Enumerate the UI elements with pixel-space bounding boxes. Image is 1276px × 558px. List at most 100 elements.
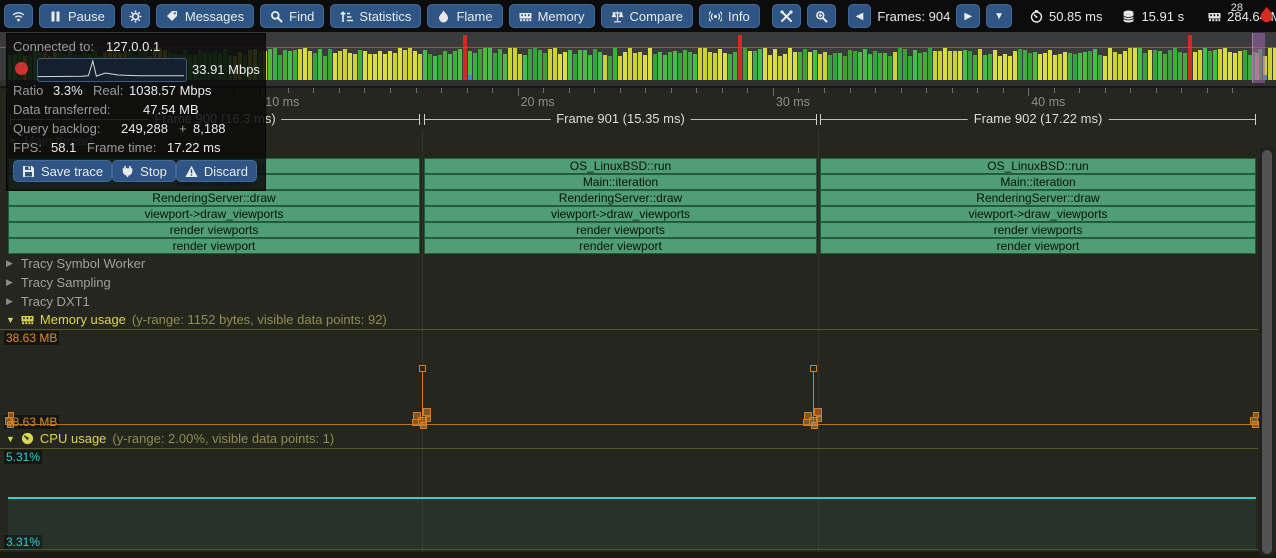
- frame-bar[interactable]: [1153, 50, 1157, 80]
- frame-bar[interactable]: [978, 49, 982, 80]
- frame-bar[interactable]: [488, 48, 492, 80]
- prev-frame-button[interactable]: ◀: [848, 4, 872, 28]
- frame-bar[interactable]: [1023, 50, 1027, 80]
- frame-bar[interactable]: [1198, 50, 1202, 80]
- frame-bar[interactable]: [653, 54, 657, 80]
- zone-span[interactable]: render viewports: [424, 222, 817, 238]
- frame-bar[interactable]: [618, 56, 622, 80]
- frame-bar[interactable]: [893, 52, 897, 80]
- frame-bar[interactable]: [683, 50, 687, 80]
- frame-bar[interactable]: [753, 51, 757, 80]
- frame-bar[interactable]: [348, 53, 352, 80]
- frame-bar[interactable]: [378, 51, 382, 80]
- frame-bar[interactable]: [283, 50, 287, 80]
- frame-bar[interactable]: [523, 55, 527, 80]
- frame-bar[interactable]: [973, 55, 977, 80]
- frame-bar[interactable]: [878, 53, 882, 80]
- save-trace-button[interactable]: Save trace: [13, 160, 112, 182]
- frame-bar[interactable]: [1203, 48, 1207, 80]
- zone-span[interactable]: OS_LinuxBSD::run: [424, 158, 817, 174]
- frame-bar[interactable]: [598, 52, 602, 80]
- zone-span[interactable]: viewport->draw_viewports: [424, 206, 817, 222]
- memory-plot-header[interactable]: ▼ Memory usage (y-range: 1152 bytes, vis…: [6, 312, 387, 327]
- frame-bar[interactable]: [983, 55, 987, 80]
- frame-bar[interactable]: [568, 50, 572, 80]
- frame-bar[interactable]: [793, 52, 797, 80]
- frame-bar[interactable]: [673, 51, 677, 80]
- frame-bar[interactable]: [578, 50, 582, 80]
- frame-bar[interactable]: [593, 49, 597, 80]
- frame-bar[interactable]: [783, 54, 787, 80]
- frame-bar[interactable]: [853, 51, 857, 80]
- frame-bar[interactable]: [443, 51, 447, 80]
- frame-bar[interactable]: [758, 49, 762, 80]
- thread-row-collapsed[interactable]: ▶Tracy Symbol Worker: [6, 256, 145, 271]
- frame-bar[interactable]: [1068, 53, 1072, 80]
- frame-bar[interactable]: [1173, 48, 1177, 80]
- frame-bar[interactable]: [938, 51, 942, 80]
- frame-bar[interactable]: [613, 48, 617, 80]
- frame-bar[interactable]: [353, 54, 357, 80]
- frame-bar[interactable]: [838, 53, 842, 80]
- frame-bar[interactable]: [603, 55, 607, 80]
- frame-bar[interactable]: [1243, 50, 1247, 80]
- frame-bar-short[interactable]: [468, 75, 472, 80]
- frame-bar[interactable]: [988, 54, 992, 80]
- thread-row-collapsed[interactable]: ▶Tracy Sampling: [6, 275, 111, 290]
- tools-button[interactable]: [772, 4, 801, 28]
- alert-icon[interactable]: [1259, 6, 1274, 26]
- zone-span[interactable]: OS_LinuxBSD::run: [820, 158, 1256, 174]
- frame-bar[interactable]: [508, 48, 512, 80]
- zone-span[interactable]: viewport->draw_viewports: [8, 206, 420, 222]
- frame-bar[interactable]: [328, 49, 332, 80]
- frame-bar[interactable]: [288, 51, 292, 80]
- connection-button[interactable]: [4, 4, 33, 28]
- frame-bar-slow[interactable]: [463, 35, 467, 80]
- zone-span[interactable]: render viewport: [424, 238, 817, 254]
- frame-bar[interactable]: [803, 49, 807, 80]
- frame-bar[interactable]: [498, 49, 502, 80]
- frame-bar[interactable]: [718, 49, 722, 80]
- frame-bar[interactable]: [563, 52, 567, 80]
- frame-bar[interactable]: [768, 55, 772, 80]
- frame-bar[interactable]: [658, 52, 662, 80]
- frame-bar[interactable]: [1213, 50, 1217, 80]
- frame-bar[interactable]: [968, 51, 972, 80]
- frame-bar[interactable]: [843, 56, 847, 80]
- frame-bar[interactable]: [388, 51, 392, 80]
- zone-span[interactable]: RenderingServer::draw: [8, 190, 420, 206]
- zone-span[interactable]: Main::iteration: [424, 174, 817, 190]
- frame-bar[interactable]: [998, 56, 1002, 80]
- frame-bar[interactable]: [913, 50, 917, 80]
- scrollbar-thumb[interactable]: [1262, 150, 1272, 554]
- frame-bar[interactable]: [433, 56, 437, 80]
- frame-bar[interactable]: [1143, 53, 1147, 80]
- frame-bar[interactable]: [1108, 48, 1112, 80]
- frame-bar[interactable]: [708, 52, 712, 80]
- frame-bar[interactable]: [608, 56, 612, 80]
- memory-button[interactable]: Memory: [509, 4, 595, 28]
- frame-bar[interactable]: [403, 50, 407, 80]
- frame-bar[interactable]: [1158, 51, 1162, 80]
- frame-bar[interactable]: [833, 53, 837, 80]
- messages-button[interactable]: Messages: [156, 4, 254, 28]
- frame-bar[interactable]: [343, 49, 347, 80]
- frame-bar[interactable]: [413, 51, 417, 80]
- frame-bar[interactable]: [553, 48, 557, 80]
- frame-bar[interactable]: [1103, 56, 1107, 80]
- frame-bar[interactable]: [808, 52, 812, 80]
- frame-bar[interactable]: [918, 53, 922, 80]
- frame-bar[interactable]: [358, 50, 362, 80]
- frame-bar[interactable]: [448, 54, 452, 80]
- frame-bar[interactable]: [1118, 54, 1122, 80]
- frame-bar[interactable]: [663, 55, 667, 80]
- frame-bar[interactable]: [848, 50, 852, 80]
- frame-bar[interactable]: [688, 52, 692, 80]
- frame-bar[interactable]: [1018, 49, 1022, 80]
- zone-span[interactable]: RenderingServer::draw: [820, 190, 1256, 206]
- zone-span[interactable]: render viewport: [820, 238, 1256, 254]
- frame-bar[interactable]: [713, 53, 717, 80]
- frame-bar[interactable]: [1073, 54, 1077, 80]
- frame-bar[interactable]: [828, 55, 832, 80]
- frame-bar[interactable]: [863, 49, 867, 80]
